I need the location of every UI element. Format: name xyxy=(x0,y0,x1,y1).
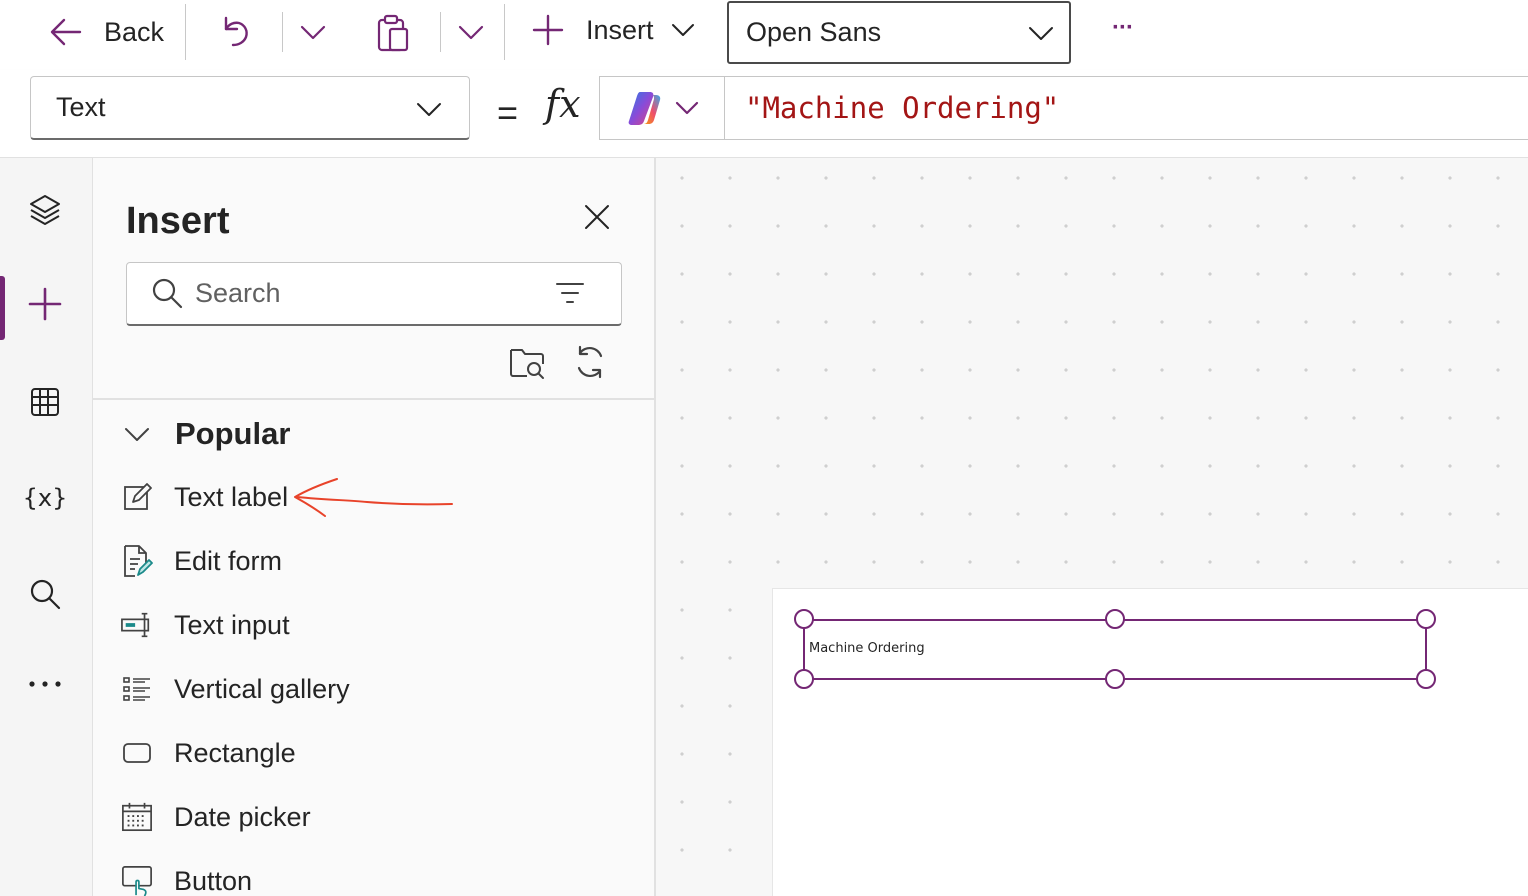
list-item[interactable]: Rectangle xyxy=(121,725,621,781)
undo-dropdown[interactable] xyxy=(299,20,327,44)
toolbar-divider xyxy=(185,4,186,60)
insert-button[interactable]: Insert xyxy=(532,14,696,46)
list-item-label: Rectangle xyxy=(174,737,296,768)
plus-icon xyxy=(28,287,62,321)
resize-handle-bottom-right[interactable] xyxy=(1416,669,1436,689)
command-bar: Back Insert Open Sans ··· xyxy=(0,0,1528,70)
chevron-down-icon xyxy=(675,101,699,115)
resize-handle-bottom-left[interactable] xyxy=(794,669,814,689)
list-item-label: Text label xyxy=(174,481,289,512)
clipboard-icon xyxy=(377,14,409,52)
close-button[interactable] xyxy=(583,203,611,236)
formula-bar: Text = fx "Machine Ordering" xyxy=(0,70,1528,158)
back-button[interactable]: Back xyxy=(48,14,164,50)
copilot-button[interactable] xyxy=(599,76,725,140)
rail-more[interactable] xyxy=(0,652,90,716)
property-dropdown[interactable]: Text xyxy=(30,76,470,140)
search-input[interactable] xyxy=(195,273,535,313)
pencil-edit-icon xyxy=(121,481,153,513)
svg-text:{x}: {x} xyxy=(25,484,65,512)
refresh-button[interactable] xyxy=(572,344,608,385)
more-label: ··· xyxy=(1112,14,1134,41)
canvas-label-text: Machine Ordering xyxy=(809,641,925,656)
list-item[interactable]: Button xyxy=(121,853,621,896)
variables-icon: {x} xyxy=(25,484,65,512)
chevron-down-icon xyxy=(125,428,149,441)
more-commands-button[interactable]: ··· xyxy=(1112,14,1134,42)
formula-text: "Machine Ordering" xyxy=(745,91,1060,125)
resize-handle-top-right[interactable] xyxy=(1416,609,1436,629)
chevron-down-icon xyxy=(458,25,484,40)
list-item-label: Vertical gallery xyxy=(174,673,350,704)
more-icon xyxy=(29,681,61,687)
formula-input[interactable]: "Machine Ordering" xyxy=(724,76,1528,140)
rail-insert[interactable] xyxy=(0,272,90,340)
browse-folder-button[interactable] xyxy=(508,344,546,385)
insert-label: Insert xyxy=(586,14,654,45)
chevron-down-icon xyxy=(417,103,441,116)
section-title: Popular xyxy=(175,416,291,451)
chevron-down-icon xyxy=(671,24,694,36)
list-item[interactable]: Text input xyxy=(121,597,621,653)
plus-icon xyxy=(532,14,564,46)
undo-icon xyxy=(224,16,248,47)
chevron-down-icon xyxy=(300,25,326,40)
pane-title: Insert xyxy=(126,200,230,242)
list-item-label: Date picker xyxy=(174,801,311,832)
gallery-icon xyxy=(121,673,153,705)
copilot-icon xyxy=(628,92,661,125)
annotation-arrow xyxy=(294,478,453,517)
fx-icon: fx xyxy=(545,82,581,126)
list-item-label: Text input xyxy=(174,609,290,640)
close-icon xyxy=(585,205,609,229)
folder-search-icon xyxy=(510,349,544,379)
search-box xyxy=(126,262,622,326)
search-icon xyxy=(152,278,183,309)
chevron-down-icon xyxy=(1029,27,1053,40)
text-input-icon xyxy=(121,609,153,641)
font-dropdown-value: Open Sans xyxy=(746,17,882,47)
list-item[interactable]: Edit form xyxy=(121,533,621,589)
rail-tree-view[interactable] xyxy=(0,178,90,242)
list-item[interactable]: Date picker xyxy=(121,789,621,845)
property-dropdown-value: Text xyxy=(56,92,106,122)
left-rail: {x} xyxy=(0,158,93,896)
insert-pane: Insert Popular Text label Edit form Text… xyxy=(93,158,656,896)
paste-dropdown[interactable] xyxy=(457,20,485,44)
section-popular[interactable]: Popular xyxy=(123,416,290,452)
equals-sign: = xyxy=(497,92,519,133)
resize-handle-top[interactable] xyxy=(1105,609,1125,629)
list-item[interactable]: Vertical gallery xyxy=(121,661,621,717)
button-icon xyxy=(121,865,153,896)
rail-search[interactable] xyxy=(0,562,90,626)
undo-button[interactable] xyxy=(218,14,254,50)
pane-divider xyxy=(93,398,654,400)
resize-handle-top-left[interactable] xyxy=(794,609,814,629)
rail-data[interactable] xyxy=(0,370,90,434)
refresh-icon xyxy=(577,345,603,379)
rectangle-icon xyxy=(121,737,153,769)
toolbar-divider xyxy=(504,4,505,60)
back-label: Back xyxy=(104,16,165,47)
search-icon xyxy=(30,579,61,610)
list-item-label: Edit form xyxy=(174,545,283,576)
table-icon xyxy=(31,388,59,416)
toolbar-divider xyxy=(282,12,283,52)
toolbar-divider xyxy=(440,12,441,52)
filter-icon[interactable] xyxy=(555,281,585,305)
rail-variables[interactable]: {x} xyxy=(0,466,90,530)
arrow-left-icon xyxy=(50,18,82,46)
font-dropdown[interactable]: Open Sans xyxy=(727,1,1071,64)
list-item-label: Button xyxy=(174,865,253,896)
layers-icon xyxy=(30,195,60,225)
resize-handle-bottom[interactable] xyxy=(1105,669,1125,689)
paste-button[interactable] xyxy=(376,14,410,52)
form-icon xyxy=(121,545,153,577)
calendar-icon xyxy=(121,801,153,833)
